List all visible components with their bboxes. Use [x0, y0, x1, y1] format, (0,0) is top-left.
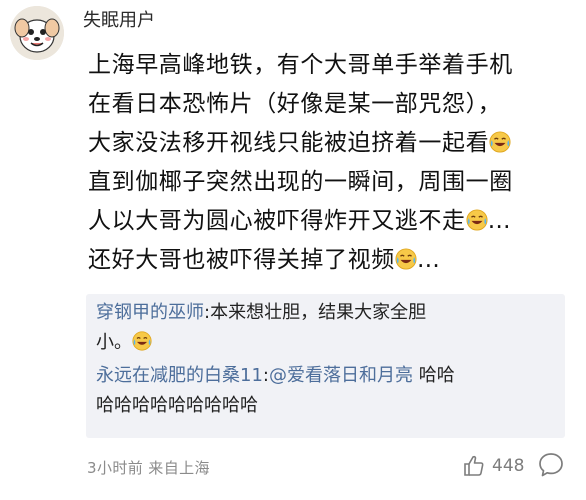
reply-box[interactable]: 穿钢甲的巫师:本来想壮胆，结果大家全胆 小。 永远在减肥的白桑11:@爱看落日和… [86, 294, 565, 438]
like-button[interactable]: 448 [462, 453, 524, 479]
post-time-source: 3小时前 来自上海 [87, 459, 210, 477]
post-line: 还好大哥也被吓得关掉了视频… [88, 247, 441, 273]
thumbs-up-icon [464, 455, 484, 476]
laughing-crying-emoji-icon [395, 248, 417, 270]
comment-button[interactable] [537, 451, 565, 479]
reply-item[interactable]: 永远在减肥的白桑11:@爱看落日和月亮 哈哈 哈哈哈哈哈哈哈哈哈 [96, 361, 551, 421]
laughing-crying-emoji-icon [489, 131, 511, 153]
avatar[interactable] [10, 6, 64, 60]
reply-mention[interactable]: @爱看落日和月亮 [269, 365, 413, 386]
post-line: 人以大哥为圆心被吓得炸开又逃不走… [88, 208, 512, 234]
post-line: 在看日本恐怖片（好像是某一部咒怨）， [88, 91, 502, 117]
post-line: 上海早高峰地铁，有个大哥单手举着手机 [88, 52, 513, 78]
post-author[interactable]: 失眠用户 [83, 8, 155, 34]
reply-author[interactable]: 永远在减肥的白桑11 [96, 365, 263, 386]
like-count: 448 [492, 456, 525, 476]
comment-icon [539, 453, 563, 477]
reply-item[interactable]: 穿钢甲的巫师:本来想壮胆，结果大家全胆 小。 [96, 298, 551, 358]
post-text: 上海早高峰地铁，有个大哥单手举着手机 在看日本恐怖片（好像是某一部咒怨）， 大家… [88, 46, 568, 280]
post-line: 直到伽椰子突然出现的一瞬间，周围一圈 [88, 169, 513, 195]
laughing-crying-emoji-icon [466, 209, 488, 231]
post-line: 大家没法移开视线只能被迫挤着一起看 [88, 124, 568, 163]
reply-author[interactable]: 穿钢甲的巫师 [96, 302, 204, 323]
laughing-crying-emoji-icon [132, 331, 152, 351]
cartoon-dog-avatar-icon [10, 6, 64, 60]
